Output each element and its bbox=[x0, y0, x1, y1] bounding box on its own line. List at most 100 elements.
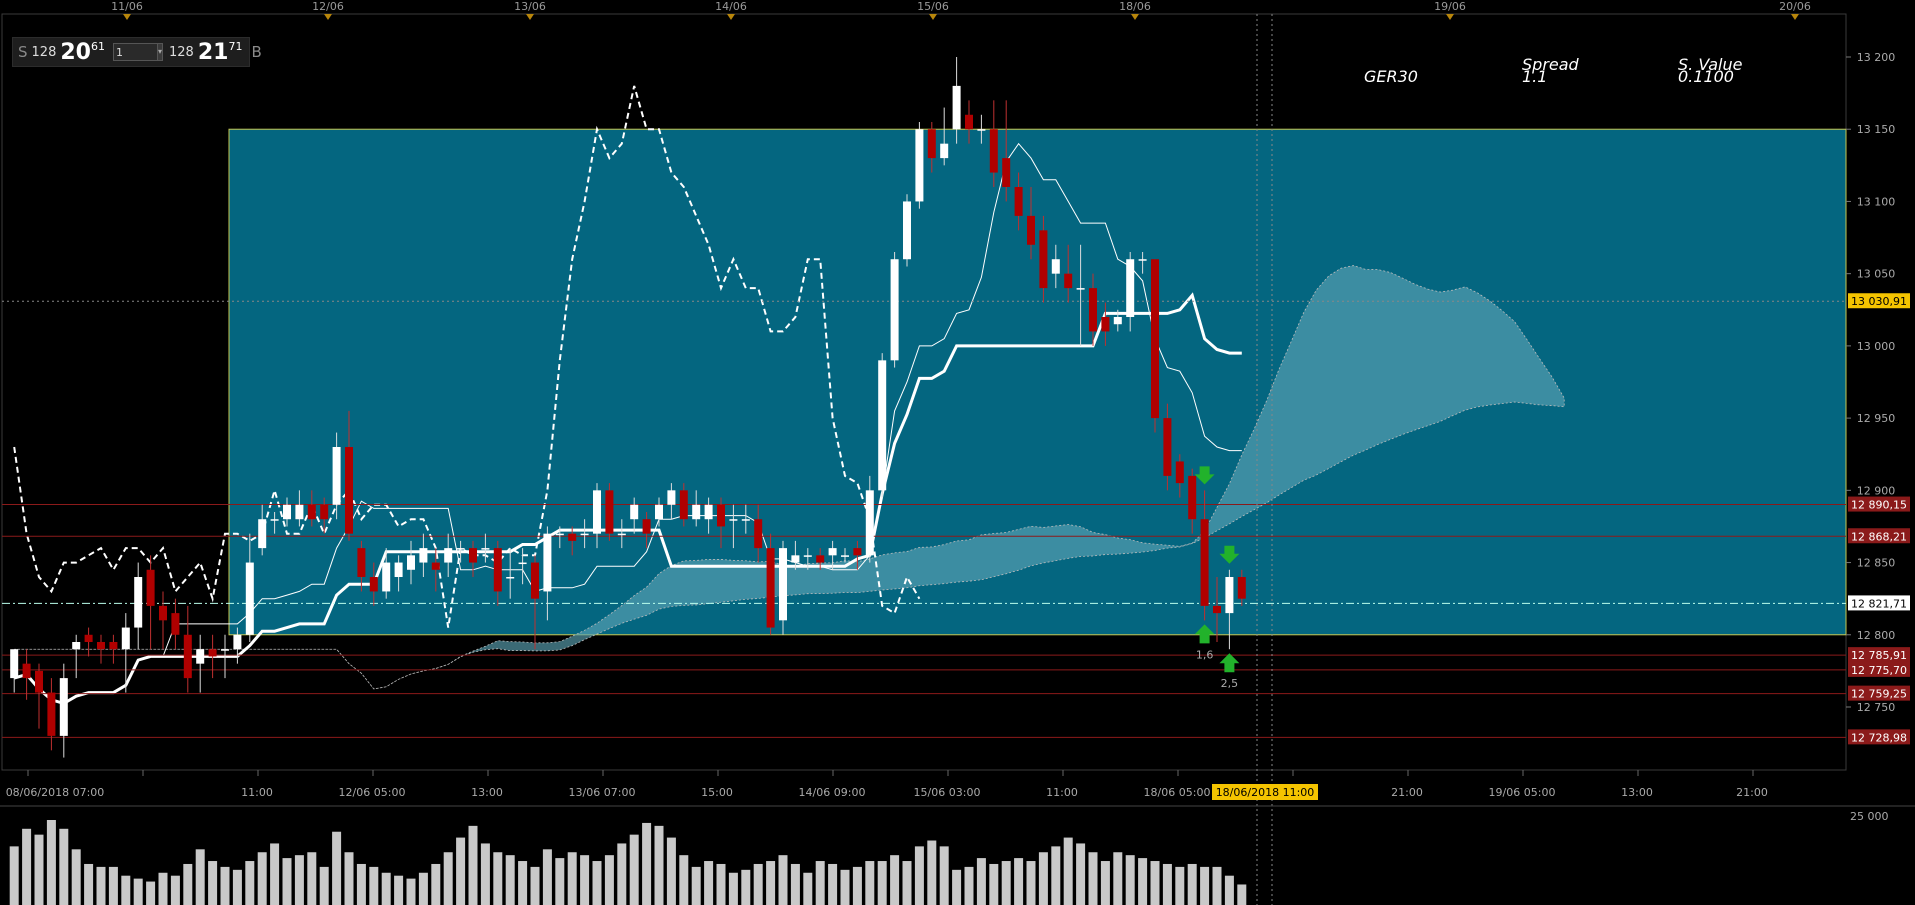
volume-bar bbox=[642, 822, 652, 905]
candle-body bbox=[580, 533, 589, 536]
volume-bar bbox=[1237, 884, 1247, 905]
candle-body bbox=[72, 642, 81, 650]
candle-body bbox=[754, 519, 763, 549]
level-label: 12 759,25 bbox=[1851, 688, 1907, 701]
volume-bar bbox=[394, 875, 404, 905]
volume-bar bbox=[480, 843, 490, 905]
candle-body bbox=[208, 649, 217, 657]
lot-spinner[interactable]: ▾ bbox=[156, 43, 163, 61]
candle-body bbox=[865, 490, 874, 556]
volume-bar bbox=[245, 861, 255, 905]
candle-body bbox=[518, 562, 527, 565]
x-tick-label: 11:00 bbox=[241, 786, 273, 799]
volume-bar bbox=[319, 866, 329, 905]
candle-body bbox=[233, 634, 242, 650]
candle-body bbox=[692, 504, 701, 520]
candle-body bbox=[890, 259, 899, 361]
candle-body bbox=[1064, 273, 1073, 289]
candle-body bbox=[134, 577, 143, 628]
buy-button[interactable]: B bbox=[251, 43, 261, 61]
candle-body bbox=[1200, 519, 1209, 606]
candle-body bbox=[419, 548, 428, 563]
candle-body bbox=[183, 634, 192, 679]
volume-bar bbox=[59, 828, 69, 905]
volume-bar bbox=[356, 863, 366, 905]
candle-body bbox=[1051, 259, 1060, 274]
volume-bar bbox=[418, 872, 428, 905]
volume-bar bbox=[34, 834, 44, 905]
volume-bar bbox=[381, 872, 391, 905]
candle-body bbox=[878, 360, 887, 491]
level-label: 12 728,98 bbox=[1851, 731, 1907, 744]
svalue-value: 0.1100 bbox=[1678, 67, 1734, 86]
candle-body bbox=[407, 555, 415, 570]
x-tick-label: 12/06 05:00 bbox=[339, 786, 406, 799]
y-tick-label: 12 800 bbox=[1857, 629, 1896, 642]
candle-body bbox=[741, 519, 750, 521]
candle-body bbox=[1014, 187, 1023, 216]
volume-bar bbox=[852, 866, 862, 905]
candle-body bbox=[270, 519, 279, 521]
volume-bar bbox=[220, 866, 230, 905]
candle-body bbox=[444, 548, 453, 563]
level-label: 12 785,91 bbox=[1851, 649, 1907, 662]
volume-bar bbox=[84, 863, 94, 905]
volume-bar bbox=[567, 852, 577, 905]
volume-bar bbox=[592, 861, 602, 905]
volume-bar bbox=[257, 852, 267, 905]
volume-bar bbox=[679, 855, 689, 905]
volume-bar bbox=[1138, 858, 1148, 905]
buy-price-decimals: 71 bbox=[228, 39, 243, 53]
x-tick-label: 15/06 03:00 bbox=[914, 786, 981, 799]
candle-body bbox=[431, 562, 440, 570]
candle-body bbox=[307, 504, 316, 520]
volume-bar bbox=[1014, 858, 1024, 905]
volume-bar bbox=[1224, 875, 1234, 905]
volume-bar bbox=[741, 869, 751, 905]
candle-body bbox=[642, 519, 651, 534]
volume-bar bbox=[505, 855, 515, 905]
volume-bar bbox=[208, 861, 218, 905]
buy-price[interactable]: 21 bbox=[198, 40, 229, 65]
volume-bar bbox=[1088, 852, 1098, 905]
candle-body bbox=[791, 555, 800, 563]
buy-quantity: 128 bbox=[169, 44, 194, 60]
candle-body bbox=[1027, 215, 1035, 245]
candle-body bbox=[59, 678, 68, 736]
price-chart[interactable]: 1,6 2,5 12 750 12 800 12 850 12 900 12 950 13 … bbox=[0, 0, 1915, 905]
volume-bar bbox=[939, 846, 949, 905]
volume-bar bbox=[121, 875, 131, 905]
lot-size-input[interactable] bbox=[112, 43, 159, 61]
candle-body bbox=[816, 555, 825, 563]
x-tick-label: 18/06 05:00 bbox=[1144, 786, 1211, 799]
candle-body bbox=[617, 533, 626, 536]
candle-body bbox=[295, 504, 304, 520]
candle-body bbox=[146, 569, 155, 606]
volume-bar bbox=[1038, 852, 1048, 905]
volume-bar bbox=[232, 869, 242, 905]
candle-body bbox=[283, 504, 291, 520]
volume-bar bbox=[877, 861, 887, 905]
volume-bar bbox=[914, 846, 924, 905]
y-tick-label: 13 200 bbox=[1857, 51, 1896, 64]
sell-button[interactable]: S bbox=[18, 43, 28, 61]
candle-body bbox=[481, 548, 490, 550]
candle-body bbox=[258, 519, 267, 549]
top-date-label: 18/06 bbox=[1119, 0, 1151, 13]
candle-body bbox=[1002, 158, 1011, 187]
volume-bar bbox=[443, 852, 453, 905]
candle-body bbox=[915, 129, 924, 202]
volume-bar bbox=[71, 849, 81, 905]
volume-bar bbox=[828, 863, 838, 905]
volume-bar bbox=[753, 863, 763, 905]
y-tick-label: 13 150 bbox=[1857, 123, 1896, 136]
y-tick-label: 13 000 bbox=[1857, 340, 1896, 353]
sell-price[interactable]: 20 bbox=[60, 40, 91, 65]
candle-body bbox=[1225, 577, 1234, 614]
candle-body bbox=[1126, 259, 1135, 317]
candle-body bbox=[593, 490, 601, 534]
volume-bar bbox=[108, 866, 118, 905]
candle-body bbox=[394, 562, 403, 577]
volume-bar bbox=[1125, 855, 1135, 905]
signal-label: 1,6 bbox=[1196, 648, 1214, 661]
